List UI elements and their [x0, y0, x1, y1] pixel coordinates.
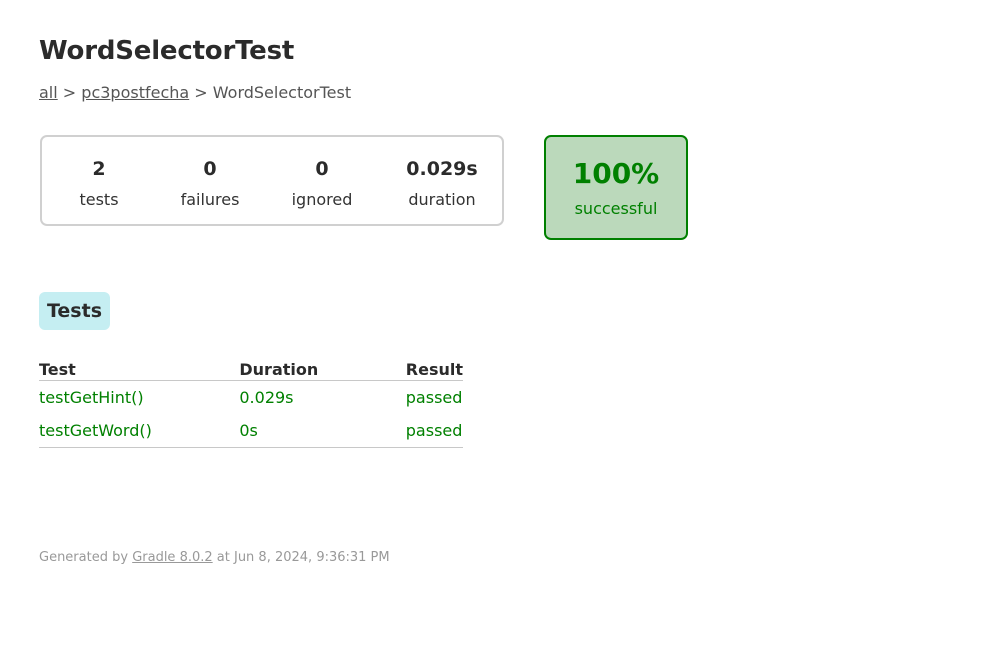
failures-label: failures: [180, 190, 240, 209]
footer-timestamp: at Jun 8, 2024, 9:36:31 PM: [212, 550, 390, 565]
test-result-cell: passed: [405, 388, 463, 407]
column-header-test: Test: [39, 358, 240, 381]
ignored-label: ignored: [291, 190, 353, 209]
success-rate-box: 100% successful: [544, 135, 688, 240]
duration-label: duration: [408, 190, 476, 209]
summary-box: 2 tests 0 failures 0 ignored 0.029s dura…: [40, 135, 504, 226]
duration-counter: 0.029s duration: [387, 157, 497, 210]
breadcrumb-current: WordSelectorTest: [212, 83, 352, 102]
test-name-cell: testGetHint(): [39, 388, 144, 407]
breadcrumb-link-package[interactable]: pc3postfecha: [81, 83, 189, 102]
tab-tests[interactable]: Tests: [39, 292, 110, 330]
gradle-link[interactable]: Gradle 8.0.2: [132, 550, 212, 565]
tests-count: 2: [92, 158, 106, 180]
success-rate-percent: 100%: [572, 157, 660, 190]
breadcrumb-separator: >: [57, 83, 82, 102]
test-name-cell: testGetWord(): [39, 414, 240, 448]
failures-counter: 0 failures: [155, 157, 265, 210]
tests-label: tests: [79, 190, 119, 209]
test-duration-cell: 0.029s: [239, 388, 294, 407]
column-header-result: Result: [405, 358, 463, 381]
footer: Generated by Gradle 8.0.2 at Jun 8, 2024…: [39, 550, 390, 565]
column-header-duration: Duration: [239, 358, 406, 381]
footer-prefix: Generated by: [39, 550, 133, 565]
test-duration-cell: 0s: [239, 414, 406, 448]
table-row: testGetHint() 0.029s passed: [39, 381, 463, 415]
ignored-count: 0: [315, 158, 329, 180]
duration-value: 0.029s: [406, 158, 478, 180]
breadcrumb: all > pc3postfecha > WordSelectorTest: [39, 83, 351, 102]
test-result-cell: passed: [405, 414, 463, 448]
breadcrumb-link-all[interactable]: all: [39, 83, 58, 102]
tests-counter: 2 tests: [44, 157, 154, 210]
tests-table: Test Duration Result testGetHint() 0.029…: [39, 358, 463, 448]
table-row: testGetWord() 0s passed: [39, 414, 463, 448]
breadcrumb-separator: >: [189, 83, 213, 102]
test-report-page: WordSelectorTest all > pc3postfecha > Wo…: [0, 0, 997, 659]
page-title: WordSelectorTest: [39, 36, 295, 66]
success-rate-label: successful: [574, 199, 658, 218]
failures-count: 0: [203, 158, 217, 180]
table-header-row: Test Duration Result: [39, 358, 463, 381]
ignored-counter: 0 ignored: [267, 157, 377, 210]
